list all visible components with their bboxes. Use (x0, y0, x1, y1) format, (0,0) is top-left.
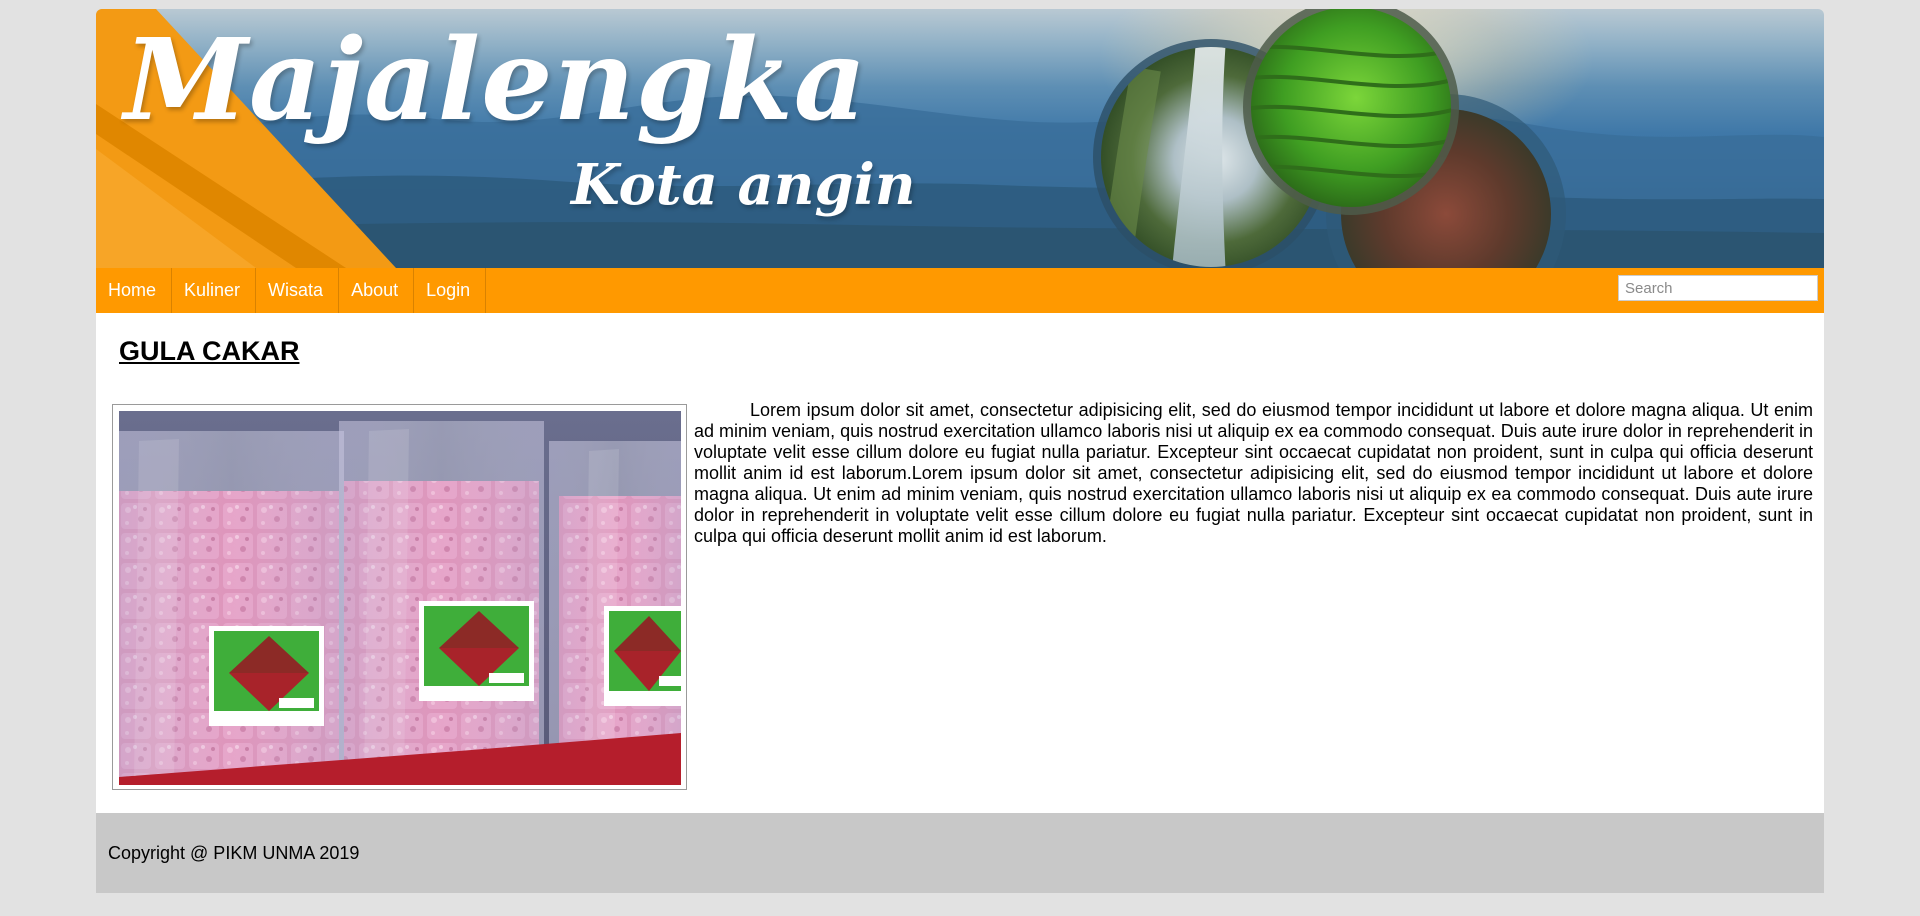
product-image (119, 411, 681, 785)
nav-item-login: Login (414, 268, 487, 313)
nav-menu: Home Kuliner Wisata About Login (96, 268, 1824, 313)
gula-cakar-photo (119, 411, 681, 785)
copyright-text: Copyright @ PIKM UNMA 2019 (108, 843, 360, 863)
header-banner: Majalengka Kota angin (96, 9, 1824, 268)
nav-link-wisata[interactable]: Wisata (256, 268, 338, 313)
site-subtitle: Kota angin (571, 152, 916, 218)
article-body: Lorem ipsum dolor sit amet, consectetur … (694, 400, 1813, 546)
site-title: Majalengka (124, 15, 868, 146)
search-input[interactable] (1618, 275, 1818, 301)
nav-item-kuliner: Kuliner (172, 268, 257, 313)
nav-item-home: Home (96, 268, 173, 313)
site-footer: Copyright @ PIKM UNMA 2019 (96, 813, 1824, 893)
nav-item-wisata: Wisata (256, 268, 340, 313)
nav-link-home[interactable]: Home (96, 268, 171, 313)
nav-link-kuliner[interactable]: Kuliner (172, 268, 255, 313)
page: Majalengka Kota angin Home Kuliner Wisat… (96, 9, 1824, 893)
nav-item-about: About (339, 268, 415, 313)
page-title: GULA CAKAR (119, 336, 300, 366)
nav-link-about[interactable]: About (339, 268, 413, 313)
product-image-frame (112, 404, 687, 790)
main-navigation: Home Kuliner Wisata About Login (96, 268, 1824, 313)
main-content: GULA CAKAR Lorem ipsum dolor sit amet, c… (96, 313, 1824, 813)
nav-link-login[interactable]: Login (414, 268, 485, 313)
